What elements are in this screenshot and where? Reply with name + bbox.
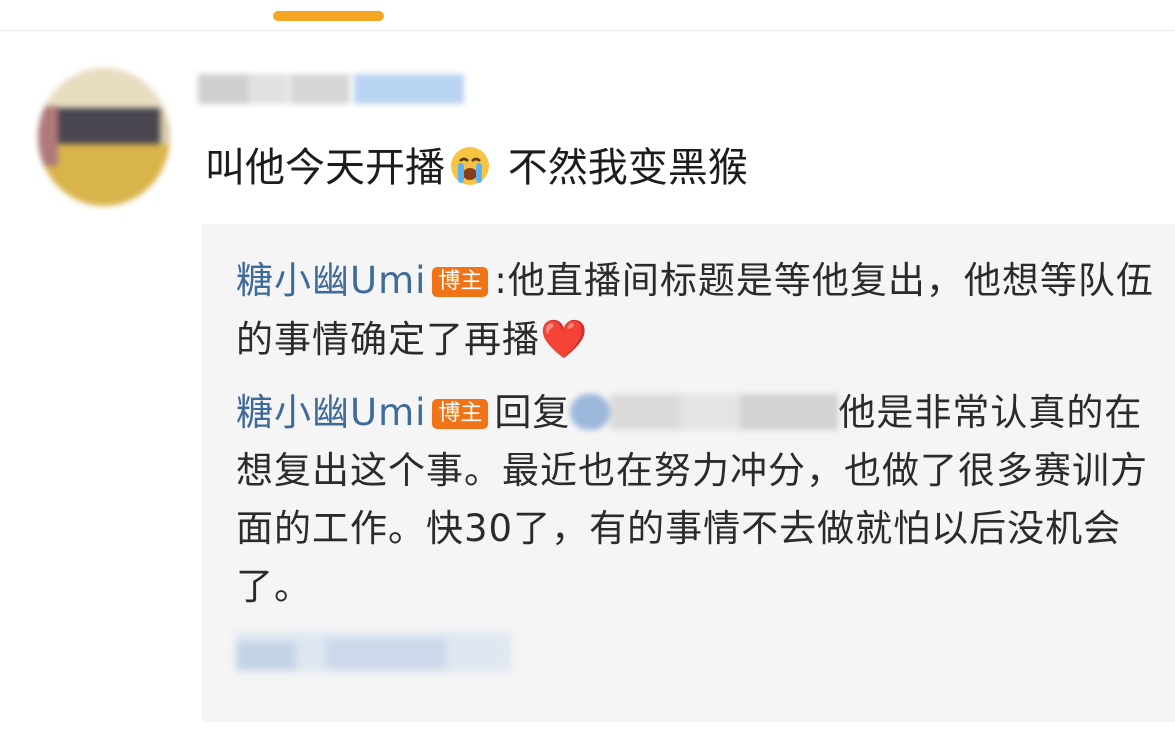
- avatar[interactable]: [38, 68, 170, 206]
- username-redacted[interactable]: [198, 70, 470, 110]
- active-tab-indicator: [273, 11, 384, 21]
- crying-face-icon: [449, 144, 491, 186]
- reply-thread[interactable]: 糖小幽Umi 博主:他直播间标题是等他复出，他想等队伍的事情确定了再播❤️ 糖小幽…: [202, 224, 1175, 722]
- comment-text-part-1: 叫他今天开播: [205, 145, 445, 191]
- top-divider: [0, 30, 1175, 31]
- comment-text: 叫他今天开播 不然我变黑猴: [205, 138, 748, 198]
- reply-separator: :: [494, 259, 508, 302]
- reply-item: 糖小幽Umi 博主:他直播间标题是等他复出，他想等队伍的事情确定了再播❤️: [236, 252, 1156, 369]
- reply-prefix: 回复: [494, 391, 571, 434]
- blogger-badge: 博主: [432, 267, 489, 297]
- replied-user-redacted[interactable]: [570, 394, 839, 430]
- comment-text-part-2: 不然我变黑猴: [495, 145, 748, 191]
- more-replies-link-redacted[interactable]: [236, 624, 511, 680]
- reply-author[interactable]: 糖小幽Umi: [236, 391, 426, 434]
- reply-author[interactable]: 糖小幽Umi: [236, 259, 426, 302]
- heart-icon: ❤️: [540, 317, 589, 361]
- reply-item: 糖小幽Umi 博主 回复 他是非常认真的在想复出这个事。最近也在努力冲分，也做了很多…: [236, 384, 1156, 616]
- blogger-badge: 博主: [432, 399, 489, 429]
